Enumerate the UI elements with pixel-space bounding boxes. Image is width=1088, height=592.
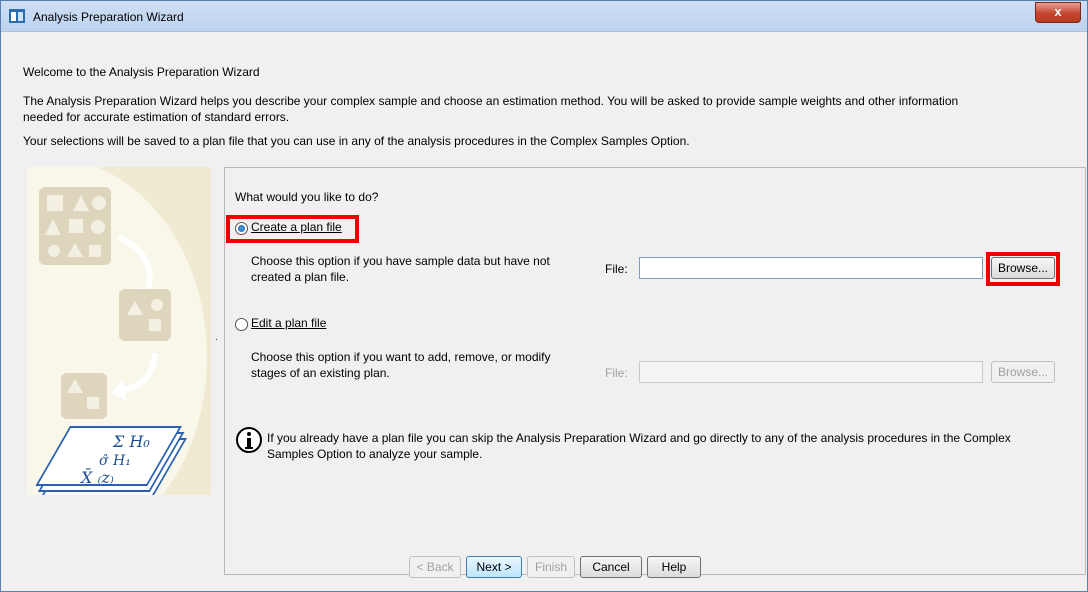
edit-plan-radio[interactable] — [235, 318, 248, 331]
separator-dot: . — [215, 332, 218, 343]
info-text-1: If you already have a plan file you can … — [267, 431, 1011, 445]
create-desc-2: created a plan file. — [251, 270, 350, 284]
question-label: What would you like to do? — [235, 190, 379, 204]
svg-text:Σ H₀: Σ H₀ — [112, 432, 150, 451]
cancel-button[interactable]: Cancel — [580, 556, 642, 578]
edit-desc-2: stages of an existing plan. — [251, 366, 390, 380]
close-button[interactable]: x — [1035, 2, 1081, 23]
title-bar: Analysis Preparation Wizard x — [1, 1, 1087, 32]
edit-plan-label-text: Edit a plan file — [251, 316, 327, 330]
back-button[interactable]: < Back — [409, 556, 461, 578]
wizard-content: Welcome to the Analysis Preparation Wiza… — [3, 32, 1086, 589]
create-plan-radio[interactable] — [235, 222, 248, 235]
svg-text:σ̂ H₁: σ̂ H₁ — [99, 453, 131, 469]
create-plan-label-text: Create a plan file — [251, 220, 342, 234]
options-panel: What would you like to do? Create a plan… — [224, 167, 1086, 575]
spss-app-icon — [9, 9, 25, 23]
welcome-heading: Welcome to the Analysis Preparation Wiza… — [23, 65, 260, 79]
window-title: Analysis Preparation Wizard — [33, 10, 184, 24]
edit-file-input[interactable] — [639, 361, 983, 383]
svg-text:X̄ ₍z₎: X̄ ₍z₎ — [79, 466, 114, 487]
edit-plan-label[interactable]: Edit a plan file — [251, 315, 326, 331]
edit-browse-button[interactable]: Browse... — [991, 361, 1055, 383]
finish-button[interactable]: Finish — [527, 556, 575, 578]
info-text-2: Samples Option to analyze your sample. — [267, 447, 483, 461]
help-button[interactable]: Help — [647, 556, 701, 578]
create-browse-button[interactable]: Browse... — [991, 257, 1055, 279]
wizard-window: Analysis Preparation Wizard x Welcome to… — [0, 0, 1088, 592]
next-button[interactable]: Next > — [466, 556, 522, 578]
intro-line-2: needed for accurate estimation of standa… — [23, 110, 290, 124]
intro-line-1: The Analysis Preparation Wizard helps yo… — [23, 94, 959, 108]
create-file-input[interactable] — [639, 257, 983, 279]
edit-desc-1: Choose this option if you want to add, r… — [251, 350, 551, 364]
create-file-label: File: — [605, 262, 628, 276]
create-desc-1: Choose this option if you have sample da… — [251, 254, 550, 268]
wizard-illustration: Σ H₀ σ̂ H₁ X̄ ₍z₎ — [27, 167, 211, 495]
intro-line-3: Your selections will be saved to a plan … — [23, 134, 690, 148]
create-plan-label[interactable]: Create a plan file — [251, 219, 342, 235]
illustration-graphic: Σ H₀ σ̂ H₁ X̄ ₍z₎ — [27, 167, 207, 495]
info-icon — [236, 427, 262, 453]
edit-file-label: File: — [605, 366, 628, 380]
